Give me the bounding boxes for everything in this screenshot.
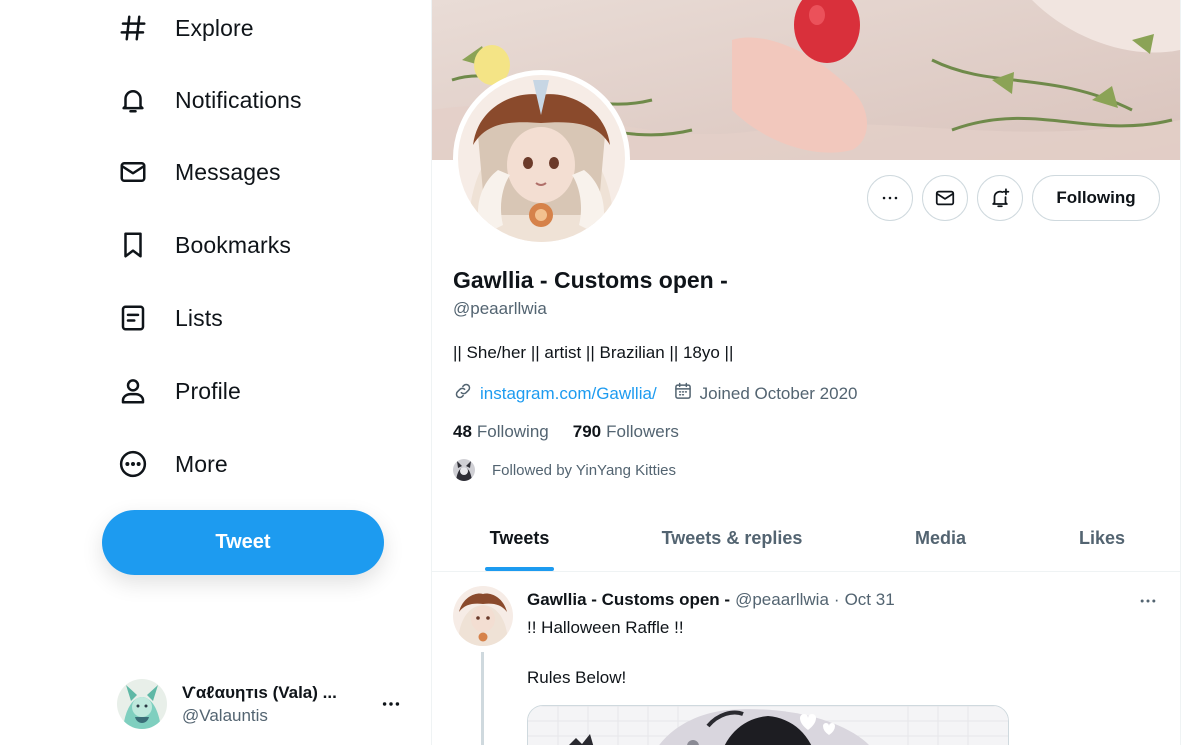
sidebar-item-bookmarks[interactable]: Bookmarks: [106, 217, 303, 273]
envelope-icon: [118, 157, 148, 187]
message-button[interactable]: [922, 175, 968, 221]
tweet-header: Gawllia - Customs open - @peaarllwia · O…: [527, 590, 895, 610]
followed-by-text: Followed by YinYang Kitties: [492, 461, 676, 479]
sidebar-item-label: Messages: [175, 158, 281, 185]
avatar: [117, 679, 167, 729]
envelope-icon: [935, 190, 955, 206]
following-count: 48: [453, 422, 472, 441]
profile-tabs: Tweets Tweets & replies Media Likes: [432, 505, 1180, 572]
tab-label: Media: [914, 527, 966, 548]
link-icon: [453, 381, 473, 406]
followers-count: 790: [572, 422, 602, 441]
following-button[interactable]: Following: [1032, 175, 1160, 221]
profile-meta: instagram.com/Gawllia/ Joined October 20…: [453, 381, 858, 406]
more-options-button[interactable]: [867, 175, 913, 221]
more-dots-icon[interactable]: [1135, 588, 1161, 614]
avatar: [453, 459, 475, 481]
sidebar-item-label: Profile: [175, 377, 241, 404]
sidebar-item-label: Explore: [175, 14, 254, 41]
tweet-media[interactable]: [527, 705, 1009, 745]
sidebar-item-more[interactable]: More: [106, 436, 240, 492]
followers-label: Followers: [606, 422, 679, 441]
account-handle: @Valauntis: [182, 705, 268, 725]
profile-name: Gawllia - Customs open -: [453, 267, 728, 293]
thread-line: [481, 652, 484, 745]
notify-button[interactable]: [977, 175, 1023, 221]
bookmark-icon: [118, 230, 148, 260]
more-dots-icon[interactable]: [379, 692, 403, 716]
sidebar-item-label: More: [175, 450, 228, 477]
tweet-button[interactable]: Tweet: [102, 510, 384, 575]
sidebar-item-explore[interactable]: Explore: [106, 0, 266, 56]
followed-by[interactable]: Followed by YinYang Kitties: [453, 459, 676, 481]
profile-avatar[interactable]: [453, 70, 630, 247]
sidebar: Explore Notifications Messages Bookmarks…: [0, 0, 432, 745]
tab-label: Tweets: [489, 527, 550, 548]
followers-count-link[interactable]: 790 Followers: [573, 422, 679, 442]
sidebar-item-label: Lists: [175, 304, 223, 331]
sidebar-item-label: Bookmarks: [175, 231, 291, 258]
account-switcher[interactable]: Ѵαℓαυηтιѕ (Vala) ... @Valauntis: [105, 666, 415, 742]
sidebar-item-lists[interactable]: Lists: [106, 290, 235, 346]
sidebar-item-notifications[interactable]: Notifications: [106, 72, 314, 128]
profile-stats: 48 Following 790 Followers: [453, 422, 679, 442]
profile-column: Following Gawllia - Customs open - @peaa…: [431, 0, 1181, 745]
profile-link[interactable]: instagram.com/Gawllia/: [480, 384, 657, 404]
active-tab-indicator: [485, 567, 554, 571]
bell-plus-icon: [992, 188, 1010, 208]
profile-handle: @peaarllwia: [453, 299, 547, 318]
list-icon: [118, 303, 148, 333]
tweet-item[interactable]: Gawllia - Customs open - @peaarllwia · O…: [432, 572, 1180, 745]
tab-likes[interactable]: Likes: [1024, 505, 1180, 571]
tweet-author-name[interactable]: Gawllia - Customs open -: [527, 590, 730, 610]
avatar[interactable]: [453, 586, 513, 646]
following-label: Following: [476, 422, 549, 441]
tab-label: Likes: [1078, 527, 1126, 548]
sidebar-item-profile[interactable]: Profile: [106, 363, 253, 419]
tab-label: Tweets & replies: [661, 527, 803, 548]
tweet-separator: ·: [833, 590, 840, 609]
tab-tweets-replies[interactable]: Tweets & replies: [607, 505, 857, 571]
person-icon: [118, 376, 148, 406]
sidebar-item-messages[interactable]: Messages: [106, 144, 293, 200]
tab-media[interactable]: Media: [857, 505, 1024, 571]
tweet-date[interactable]: Oct 31: [845, 590, 895, 610]
tweet-text-line: !! Halloween Raffle !!: [527, 618, 684, 637]
profile-bio: || She/her || artist || Brazilian || 18y…: [453, 343, 734, 362]
following-count-link[interactable]: 48 Following: [453, 422, 549, 442]
hashtag-icon: [118, 13, 148, 43]
bell-icon: [118, 85, 148, 115]
tab-tweets[interactable]: Tweets: [432, 505, 607, 571]
more-circle-icon: [118, 449, 148, 479]
calendar-icon: [673, 381, 693, 406]
profile-joined-date: Joined October 2020: [699, 383, 858, 403]
account-name: Ѵαℓαυηтιѕ (Vala) ...: [182, 682, 337, 702]
tweet-text-line: Rules Below!: [527, 668, 627, 687]
tweet-author-handle[interactable]: @peaarllwia: [735, 590, 829, 610]
sidebar-item-label: Notifications: [175, 86, 302, 113]
